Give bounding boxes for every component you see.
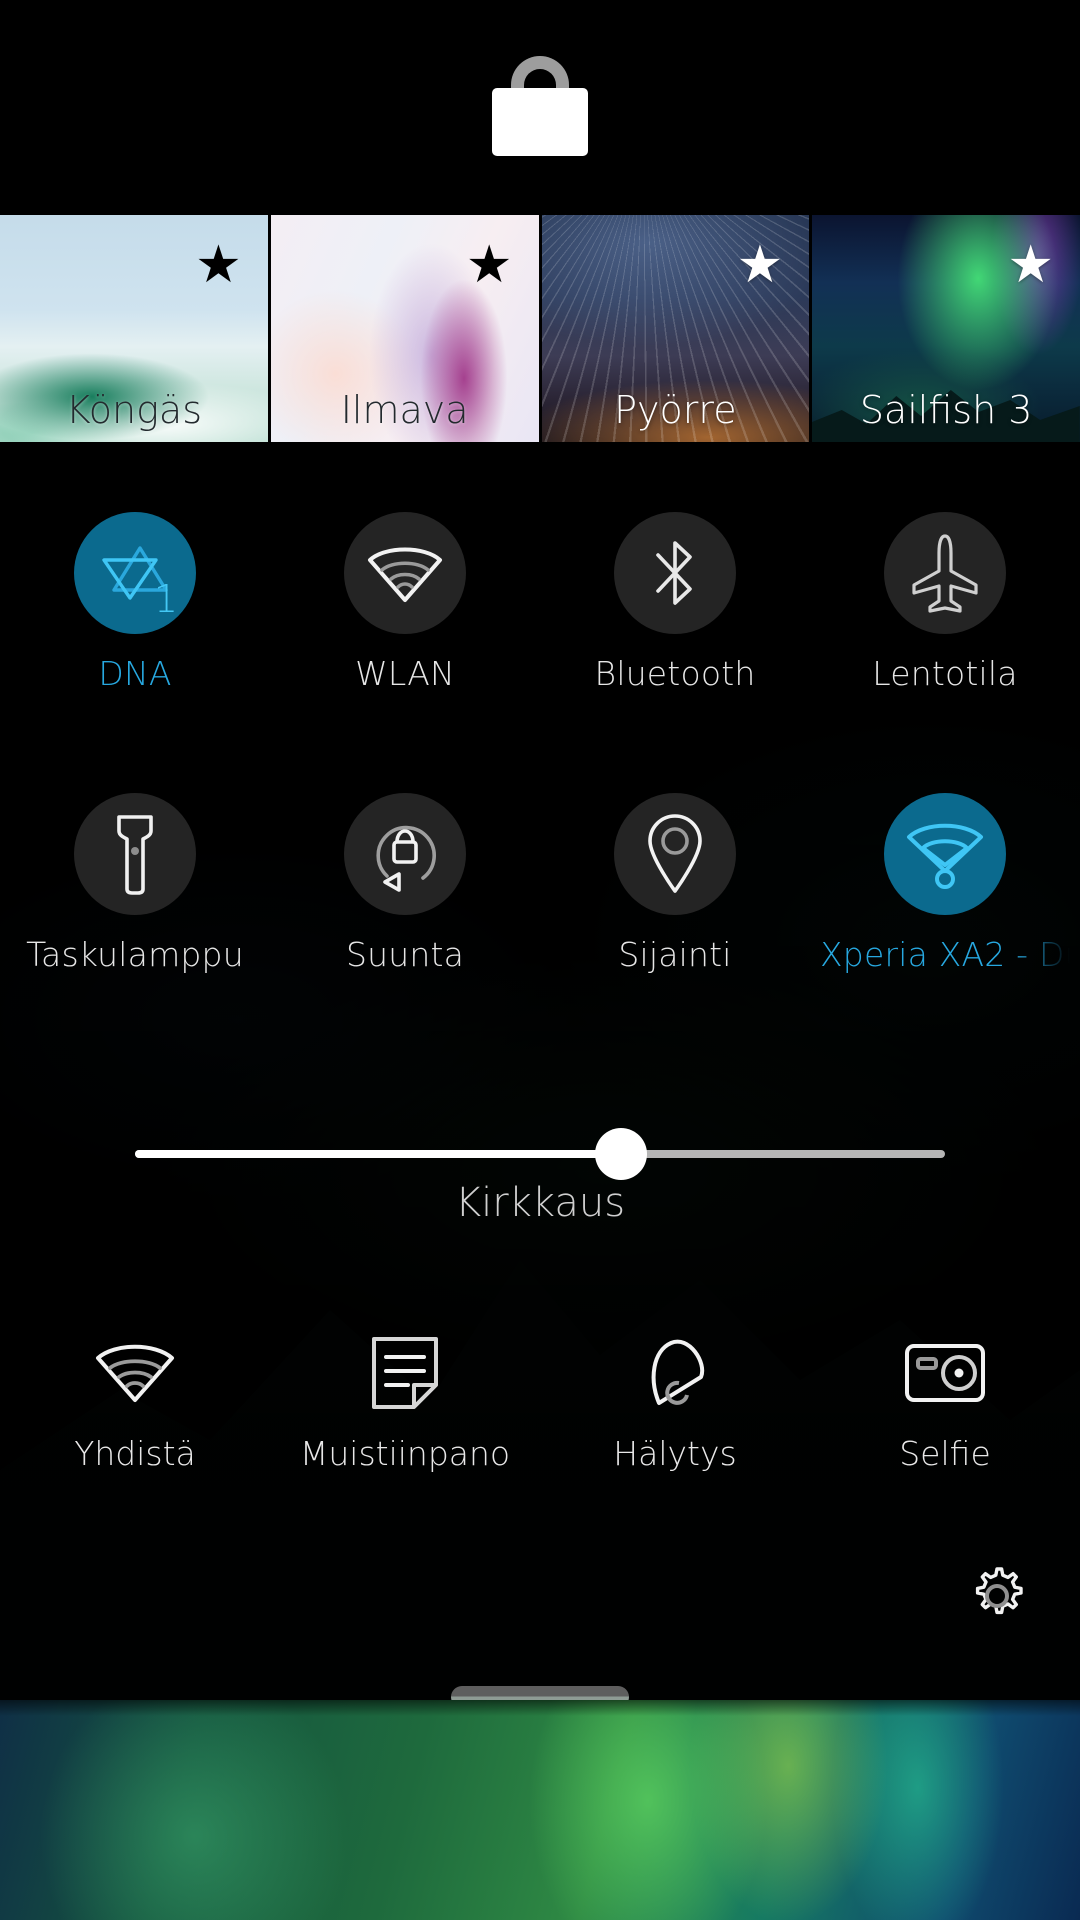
toggle-airplane-mode[interactable]: Lentotila bbox=[810, 490, 1080, 693]
location-pin-icon bbox=[648, 814, 702, 893]
wallpaper-item-pyorre[interactable]: ★ Pyörre bbox=[541, 215, 810, 442]
sim-slot-badge: 1 bbox=[153, 577, 178, 621]
favorite-star-icon[interactable]: ★ bbox=[737, 239, 784, 291]
shortcut-label: Hälytys bbox=[613, 1434, 737, 1473]
toggle-bluetooth[interactable]: Bluetooth bbox=[540, 490, 810, 693]
favorite-star-icon[interactable]: ★ bbox=[466, 239, 513, 291]
home-wallpaper-shadow bbox=[0, 1700, 1080, 1716]
wallpaper-item-ilmava[interactable]: ★ Ilmava bbox=[270, 215, 539, 442]
shortcut-label: Yhdistä bbox=[74, 1434, 196, 1473]
toggle-row: 1 DNA WLAN Bluetooth Lentotila bbox=[0, 490, 1080, 693]
hotspot-icon bbox=[907, 823, 983, 889]
brightness-label: Kirkkaus bbox=[454, 1180, 626, 1226]
favorite-star-icon[interactable]: ★ bbox=[195, 239, 242, 291]
favorite-star-icon[interactable]: ★ bbox=[1007, 239, 1054, 291]
toggle-wlan-button[interactable] bbox=[344, 512, 466, 634]
toggle-label: WLAN bbox=[355, 654, 455, 693]
shortcut-label: Muistiinpano bbox=[299, 1434, 511, 1473]
shortcut-halytys[interactable]: Hälytys bbox=[540, 1330, 810, 1473]
toggle-label: Sijainti bbox=[618, 935, 732, 974]
toggle-label: Taskulamppu bbox=[26, 935, 244, 974]
toggle-label: Bluetooth bbox=[594, 654, 756, 693]
wallpaper-strip: ★ Köngäs ★ Ilmava ★ Pyörre ★ Sailfish 3 bbox=[0, 215, 1080, 442]
toggle-location[interactable]: Sijainti bbox=[540, 771, 810, 974]
shortcut-label: Selfie bbox=[899, 1434, 991, 1473]
shortcut-row: Yhdistä Muistiinpano Hälytys Selfie bbox=[0, 1330, 1080, 1473]
brightness-fill bbox=[135, 1150, 621, 1158]
wallpaper-item-kongas[interactable]: ★ Köngäs bbox=[0, 215, 268, 442]
wallpaper-label: Sailfish 3 bbox=[859, 388, 1033, 432]
settings-button[interactable] bbox=[966, 1562, 1028, 1628]
brightness-slider[interactable]: Kirkkaus bbox=[0, 1128, 1080, 1226]
lock-indicator bbox=[0, 56, 1080, 156]
toggle-bluetooth-button[interactable] bbox=[614, 512, 736, 634]
lock-body bbox=[492, 88, 588, 156]
toggle-dna[interactable]: 1 DNA bbox=[0, 490, 270, 693]
brightness-track[interactable] bbox=[135, 1128, 945, 1180]
toggle-orientation-lock[interactable]: Suunta bbox=[270, 771, 540, 974]
toggle-row: Taskulamppu Suunta Sijainti Xperia XA2 -… bbox=[0, 771, 1080, 974]
home-wallpaper-peek bbox=[0, 1700, 1080, 1920]
gear-icon bbox=[975, 1567, 1023, 1615]
wallpaper-label: Pyörre bbox=[614, 388, 737, 432]
toggle-label: Suunta bbox=[345, 935, 465, 974]
shortcut-yhdista[interactable]: Yhdistä bbox=[0, 1330, 270, 1473]
flashlight-icon bbox=[117, 815, 153, 895]
brightness-knob[interactable] bbox=[595, 1128, 647, 1180]
toggle-location-button[interactable] bbox=[614, 793, 736, 915]
toggle-label: DNA bbox=[98, 654, 172, 693]
note-icon bbox=[368, 1330, 442, 1416]
wallpaper-label: Köngäs bbox=[65, 388, 202, 432]
toggle-dna-button[interactable]: 1 bbox=[74, 512, 196, 634]
toggle-orientation-lock-button[interactable] bbox=[344, 793, 466, 915]
toggle-hotspot-button[interactable] bbox=[884, 793, 1006, 915]
toggle-airplane-mode-button[interactable] bbox=[884, 512, 1006, 634]
wifi-icon bbox=[93, 1330, 177, 1416]
airplane-icon bbox=[912, 534, 978, 613]
bluetooth-icon bbox=[656, 541, 692, 605]
rotation-lock-icon bbox=[376, 825, 436, 892]
wallpaper-item-sailfish-3[interactable]: ★ Sailfish 3 bbox=[812, 215, 1080, 442]
lockscreen-quick-settings: ★ Köngäs ★ Ilmava ★ Pyörre ★ Sailfish 3 bbox=[0, 0, 1080, 1920]
camera-icon bbox=[903, 1330, 987, 1416]
toggle-hotspot[interactable]: Xperia XA2 - Dual bbox=[810, 771, 1080, 974]
toggle-wlan[interactable]: WLAN bbox=[270, 490, 540, 693]
toggle-label: Xperia XA2 - Dual bbox=[820, 935, 1070, 974]
toggle-flashlight[interactable]: Taskulamppu bbox=[0, 771, 270, 974]
alarm-bell-icon bbox=[635, 1330, 715, 1416]
lock-icon bbox=[492, 56, 588, 156]
quick-toggle-grid: 1 DNA WLAN Bluetooth Lentotila Taskulamp… bbox=[0, 490, 1080, 974]
toggle-flashlight-button[interactable] bbox=[74, 793, 196, 915]
wifi-icon bbox=[368, 547, 442, 602]
shortcut-selfie[interactable]: Selfie bbox=[810, 1330, 1080, 1473]
toggle-label: Lentotila bbox=[872, 654, 1018, 693]
shortcut-muistiinpano[interactable]: Muistiinpano bbox=[270, 1330, 540, 1473]
wallpaper-label: Ilmava bbox=[340, 388, 469, 432]
